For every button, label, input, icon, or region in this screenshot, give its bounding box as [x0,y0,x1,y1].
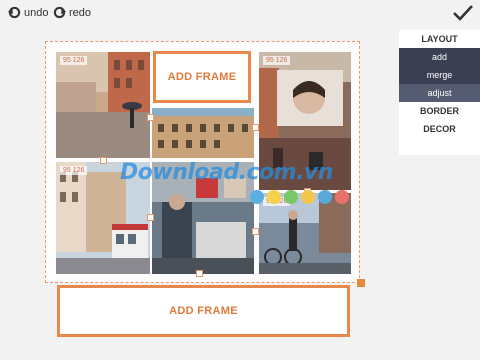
resize-handle[interactable] [252,124,259,131]
undo-icon [8,6,21,19]
panel-border-header[interactable]: BORDER [399,102,480,120]
resize-handle[interactable] [252,228,259,235]
redo-label: redo [69,6,92,19]
panel-item-add[interactable]: add [399,48,480,66]
size-badge: 95 126 [60,56,88,65]
photo-rainy-street[interactable]: 95 126 [56,52,150,158]
undo-button[interactable]: undo [8,6,48,19]
watermark-text: Download.com.vn [120,160,333,185]
photo-building[interactable] [152,108,254,158]
photo-bike-street[interactable]: 95 126 [259,193,351,274]
color-dot[interactable] [250,190,264,204]
panel-item-adjust[interactable]: adjust [399,84,480,102]
color-dots [250,190,349,204]
color-dot[interactable] [284,190,298,204]
resize-handle[interactable] [147,214,154,221]
panel-item-merge[interactable]: merge [399,66,480,84]
undo-label: undo [24,6,49,19]
panel-decor-header[interactable]: DECOR [399,120,480,138]
checkmark-icon [453,5,473,21]
done-checkmark-button[interactable] [452,4,474,27]
color-dot[interactable] [335,190,349,204]
size-badge: 95 126 [60,166,88,175]
redo-button[interactable]: redo [53,6,91,19]
resize-handle[interactable] [196,270,203,277]
add-frame-top-button[interactable]: ADD FRAME [153,51,251,103]
color-dot[interactable] [301,190,315,204]
add-frame-bottom-button[interactable]: ADD FRAME [57,285,350,337]
resize-handle[interactable] [100,157,107,164]
canvas-resize-corner-handle[interactable] [357,279,365,287]
resize-handle[interactable] [147,114,154,121]
color-dot[interactable] [267,190,281,204]
size-badge: 95 126 [263,56,291,65]
redo-icon [53,6,66,19]
side-panel: LAYOUT add merge adjust BORDER DECOR [399,30,480,155]
panel-layout-header[interactable]: LAYOUT [399,30,480,48]
color-dot[interactable] [318,190,332,204]
